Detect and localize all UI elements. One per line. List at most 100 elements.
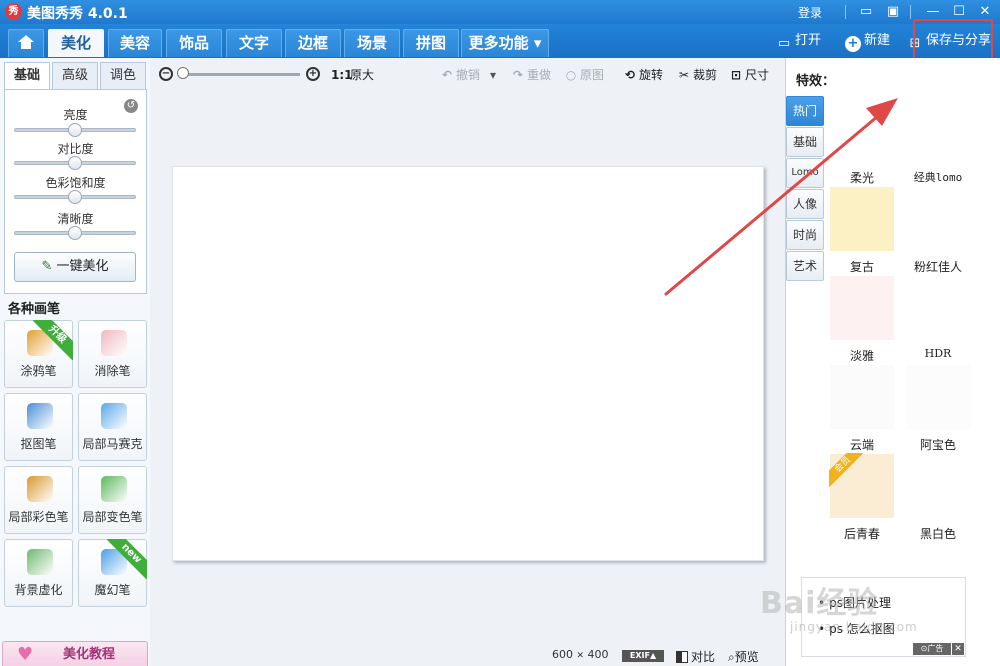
fx-thumb-classic-lomo[interactable] — [906, 98, 970, 162]
beautify-tutorial-button[interactable]: ♥ 美化教程 — [2, 641, 148, 666]
brushes-header: 各种画笔 — [8, 302, 61, 317]
menu-icon[interactable]: ▣ — [884, 3, 902, 21]
fx-thumb-black-white[interactable] — [906, 454, 970, 518]
brightness-slider[interactable] — [14, 123, 136, 137]
tab-biankuang[interactable]: 边框 — [285, 29, 341, 57]
image-dimensions: 600 ✕ 400 — [552, 648, 609, 661]
compare-button[interactable]: 对比 — [676, 648, 715, 665]
image-canvas[interactable] — [172, 166, 764, 561]
background-blur-button[interactable]: 背景虚化 — [4, 539, 73, 607]
tab-pintu[interactable]: 拼图 — [403, 29, 459, 57]
sharpness-slider-knob[interactable] — [68, 226, 82, 240]
wand-icon: ✎ — [41, 259, 53, 274]
fx-thumb-pink-lady[interactable] — [906, 187, 970, 251]
fx-category-hot[interactable]: 热门 — [786, 96, 824, 126]
heart-icon: ♥ — [17, 644, 34, 665]
mosaic-brush-button[interactable]: 局部马赛克 — [78, 393, 147, 461]
saturation-slider-knob[interactable] — [68, 190, 82, 204]
zoom-in-icon[interactable]: + — [306, 67, 320, 81]
tab-advanced[interactable]: 高级 — [52, 62, 98, 90]
fx-label: 后青春 — [843, 527, 880, 541]
fx-thumb-abao[interactable] — [906, 365, 970, 429]
circle-icon: ○ — [565, 68, 577, 82]
paintbrush-icon — [27, 476, 53, 502]
tab-changjing[interactable]: 场景 — [344, 29, 400, 57]
tab-basic[interactable]: 基础 — [4, 62, 50, 90]
effects-title: 特效： — [796, 74, 836, 89]
open-button[interactable]: ▭ 打开 — [776, 32, 821, 52]
color-brush-button[interactable]: 局部彩色笔 — [4, 466, 73, 534]
tab-meihua[interactable]: 美化 — [48, 29, 104, 57]
doodle-brush-button[interactable]: 涂鸦笔 升级 — [4, 320, 73, 388]
blur-icon — [27, 549, 53, 575]
message-icon[interactable]: ▭ — [857, 3, 875, 21]
status-bar: 600 ✕ 400 EXIF▲ 对比 ⌕预览 — [150, 644, 785, 666]
tab-more-functions[interactable]: 更多功能 ▾ — [461, 29, 549, 57]
tab-shipin[interactable]: 饰品 — [166, 29, 222, 57]
fx-category-art[interactable]: 艺术 — [786, 251, 824, 281]
new-button[interactable]: + 新建 — [845, 32, 890, 52]
fx-thumb-hdr[interactable] — [906, 276, 970, 340]
undo-history-dropdown[interactable]: ▾ — [490, 68, 496, 82]
fx-label: 淡雅 — [849, 349, 874, 363]
titlebar-divider — [845, 5, 846, 19]
rotate-icon: ⟲ — [624, 68, 636, 82]
redo-icon: ↷ — [512, 68, 524, 82]
fx-thumb-soft-light[interactable] — [830, 98, 894, 162]
fx-thumb-post-youth[interactable]: 会员 — [829, 453, 894, 518]
original-size-button[interactable]: 原大 — [350, 68, 374, 82]
fx-thumb-elegant[interactable] — [830, 276, 894, 340]
brightness-slider-knob[interactable] — [68, 123, 82, 137]
main-tab-bar: 美化 美容 饰品 文字 边框 场景 拼图 更多功能 ▾ ▭ 打开 + 新建 ⊞ 保存与… — [0, 24, 1000, 58]
rotate-button[interactable]: ⟲ 旋转 — [623, 68, 663, 82]
saturation-label: 色彩饱和度 — [45, 176, 106, 190]
home-icon — [18, 35, 34, 49]
fx-label: 云端 — [849, 438, 874, 452]
app-logo-icon: 秀 — [5, 3, 22, 20]
paint-bucket-icon — [101, 476, 127, 502]
recolor-brush-button[interactable]: 局部变色笔 — [78, 466, 147, 534]
watermark-logo: Bai经验 — [760, 586, 879, 621]
fx-category-lomo[interactable]: Lomo — [786, 158, 824, 188]
undo-button[interactable]: ↶ 撤销 — [440, 68, 480, 82]
tab-color-tone[interactable]: 调色 — [100, 62, 146, 90]
home-tab[interactable] — [8, 29, 44, 57]
contrast-slider-knob[interactable] — [68, 156, 82, 170]
eraser-brush-button[interactable]: 消除笔 — [78, 320, 147, 388]
magic-brush-button[interactable]: 魔幻笔 new — [78, 539, 147, 607]
redo-button[interactable]: ↷ 重做 — [511, 68, 551, 82]
tab-meirong[interactable]: 美容 — [108, 29, 162, 57]
vip-badge: 会员 — [829, 453, 863, 487]
cutout-brush-button[interactable]: 抠图笔 — [4, 393, 73, 461]
resize-icon: ⊡ — [730, 68, 742, 82]
sharpness-slider[interactable] — [14, 226, 136, 240]
effects-panel: 特效： 热门 基础 Lomo 人像 时尚 艺术 柔光 经典lomo 复古 粉红佳… — [785, 58, 1000, 666]
scissors-icon: ✂ — [678, 68, 690, 82]
contrast-slider[interactable] — [14, 156, 136, 170]
tab-wenzi[interactable]: 文字 — [226, 29, 282, 57]
fx-category-portrait[interactable]: 人像 — [786, 189, 824, 219]
zoom-slider-knob[interactable] — [177, 67, 189, 79]
fx-label: HDR — [924, 347, 952, 360]
fx-category-fashion[interactable]: 时尚 — [786, 220, 824, 250]
login-link[interactable]: 登录 — [798, 4, 822, 21]
fx-thumb-cloud[interactable] — [830, 365, 894, 429]
exif-button[interactable]: EXIF▲ — [622, 650, 664, 662]
ad-close-icon[interactable]: ✕ — [952, 643, 964, 655]
app-title: 美图秀秀 4.0.1 — [27, 6, 128, 22]
upgrade-badge: 升级 — [33, 320, 73, 360]
resize-button[interactable]: ⊡ 尺寸 — [729, 68, 769, 82]
zoom-out-icon[interactable]: − — [159, 67, 173, 81]
fx-category-basic[interactable]: 基础 — [786, 127, 824, 157]
saturation-slider[interactable] — [14, 190, 136, 204]
fx-label: 经典lomo — [913, 171, 963, 184]
titlebar-divider — [910, 5, 911, 19]
one-key-beautify-button[interactable]: ✎ 一键美化 — [14, 252, 136, 282]
preview-button[interactable]: ⌕预览 — [728, 648, 759, 665]
mosaic-icon — [101, 403, 127, 429]
fx-thumb-retro[interactable] — [830, 187, 894, 251]
original-image-button[interactable]: ○ 原图 — [564, 68, 604, 82]
zoom-slider[interactable] — [182, 73, 300, 76]
crop-button[interactable]: ✂ 裁剪 — [677, 68, 717, 82]
fx-label: 黑白色 — [919, 527, 956, 541]
